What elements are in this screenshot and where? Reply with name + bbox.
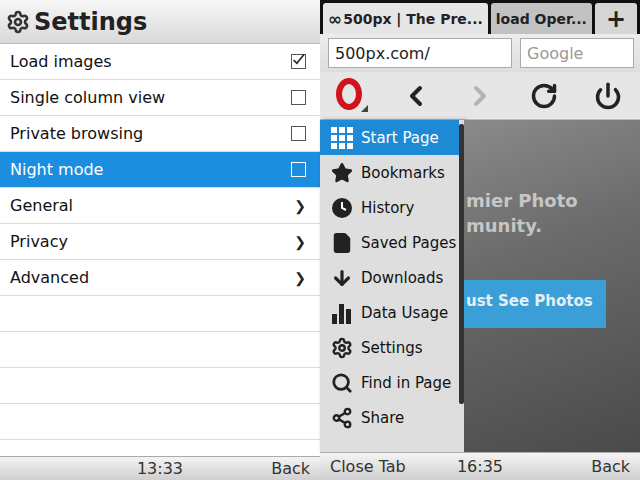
bar-chart-icon [331, 302, 353, 324]
tab[interactable]: ∞500px | The Pre... [323, 3, 488, 34]
chevron-icon: ❯ [294, 198, 306, 214]
menu-label: History [361, 199, 414, 217]
setting-label: Single column view [10, 88, 165, 107]
menu-item[interactable]: Share [320, 400, 459, 435]
download-icon [331, 267, 353, 289]
page-button[interactable]: ust See Photos [464, 280, 606, 328]
favicon-icon: ∞ [328, 9, 342, 29]
clock-icon [331, 197, 353, 219]
setting-row[interactable]: Private browsing [0, 116, 320, 152]
settings-panel: Settings Load images Single column view Pri… [0, 0, 320, 480]
setting-row[interactable]: Load images [0, 44, 320, 80]
tab-label: 500px | The Pre... [343, 11, 483, 27]
setting-row[interactable]: Single column view [0, 80, 320, 116]
empty-rows [0, 296, 320, 456]
check-icon [292, 52, 305, 68]
chevron-icon: ❯ [294, 270, 306, 286]
file-icon [331, 232, 353, 254]
menu-label: Downloads [361, 269, 443, 287]
opera-logo-icon[interactable] [335, 78, 369, 114]
setting-label: Private browsing [10, 124, 143, 143]
search-icon [331, 372, 353, 394]
menu-label: Share [361, 409, 404, 427]
chevron-icon: ❯ [294, 234, 306, 250]
browser-panel: ∞500px | The Pre... load Oper... +500px.co… [320, 0, 640, 480]
tab[interactable]: load Oper... [491, 3, 592, 34]
exit-button[interactable] [588, 76, 628, 116]
close-tab-button[interactable]: Close Tab [330, 457, 406, 476]
browser-menu: Start Page Bookmarks History Saved Pages Dow… [320, 120, 464, 452]
menu-label: Data Usage [361, 304, 448, 322]
tab-label: load Oper... [496, 11, 587, 27]
settings-header: Settings [0, 0, 320, 44]
settings-title: Settings [34, 8, 147, 36]
power-icon [594, 82, 622, 110]
setting-row[interactable]: General ❯ [0, 188, 320, 224]
forward-button[interactable] [460, 76, 500, 116]
menu-item[interactable]: Saved Pages [320, 225, 459, 260]
star-icon [331, 162, 353, 184]
setting-label: General [10, 196, 73, 215]
menu-label: Find in Page [361, 374, 451, 392]
menu-label: Settings [361, 339, 423, 357]
gear-icon [331, 337, 353, 359]
setting-row[interactable]: Privacy ❯ [0, 224, 320, 260]
forward-icon [464, 80, 496, 112]
setting-row[interactable]: Night mode [0, 152, 320, 188]
menu-list: Start Page Bookmarks History Saved Pages Dow… [320, 120, 459, 452]
clock: 13:33 [137, 459, 183, 478]
menu-item[interactable]: Bookmarks [320, 155, 459, 190]
toolbar [320, 72, 640, 120]
reload-button[interactable] [524, 76, 564, 116]
back-button[interactable]: Back [271, 459, 310, 478]
setting-checkbox[interactable] [291, 54, 306, 69]
setting-row[interactable]: Advanced ❯ [0, 260, 320, 296]
tab-bar: ∞500px | The Pre... load Oper... + [320, 0, 640, 34]
grid-icon [331, 127, 353, 149]
menu-item[interactable]: Find in Page [320, 365, 459, 400]
back-button[interactable]: Back [591, 457, 630, 476]
back-button[interactable] [396, 76, 436, 116]
clock: 16:35 [457, 457, 503, 476]
setting-checkbox[interactable] [291, 90, 306, 105]
setting-checkbox[interactable] [291, 126, 306, 141]
share-icon [331, 407, 353, 429]
menu-item[interactable]: History [320, 190, 459, 225]
page-headline: mier Photo [464, 188, 640, 213]
setting-label: Advanced [10, 268, 89, 287]
new-tab-button[interactable]: + [595, 3, 637, 34]
page-headline: munity. [464, 213, 640, 238]
menu-item[interactable]: Settings [320, 330, 459, 365]
menu-label: Bookmarks [361, 164, 445, 182]
opera-menu-button[interactable] [332, 76, 372, 116]
setting-checkbox[interactable] [291, 162, 306, 177]
status-bar: Close Tab 16:35 Back [320, 452, 640, 480]
menu-label: Saved Pages [361, 234, 456, 252]
back-icon [400, 80, 432, 112]
page-content: Start Page Bookmarks History Saved Pages Dow… [320, 120, 640, 452]
menu-item[interactable]: Downloads [320, 260, 459, 295]
search-field[interactable]: Google [520, 38, 634, 68]
web-page: mier Photomunity. ust See Photos [464, 120, 640, 452]
gear-icon [6, 10, 30, 34]
address-row: 500px.com/Google [320, 34, 640, 72]
setting-label: Load images [10, 52, 112, 71]
setting-label: Night mode [10, 160, 103, 179]
menu-label: Start Page [361, 129, 439, 147]
screen: Settings Load images Single column view Pri… [0, 0, 640, 480]
reload-icon [530, 82, 558, 110]
status-bar: 13:33 Back [0, 456, 320, 480]
address-field[interactable]: 500px.com/ [328, 38, 512, 68]
menu-item[interactable]: Data Usage [320, 295, 459, 330]
menu-item[interactable]: Start Page [320, 120, 459, 155]
setting-label: Privacy [10, 232, 68, 251]
